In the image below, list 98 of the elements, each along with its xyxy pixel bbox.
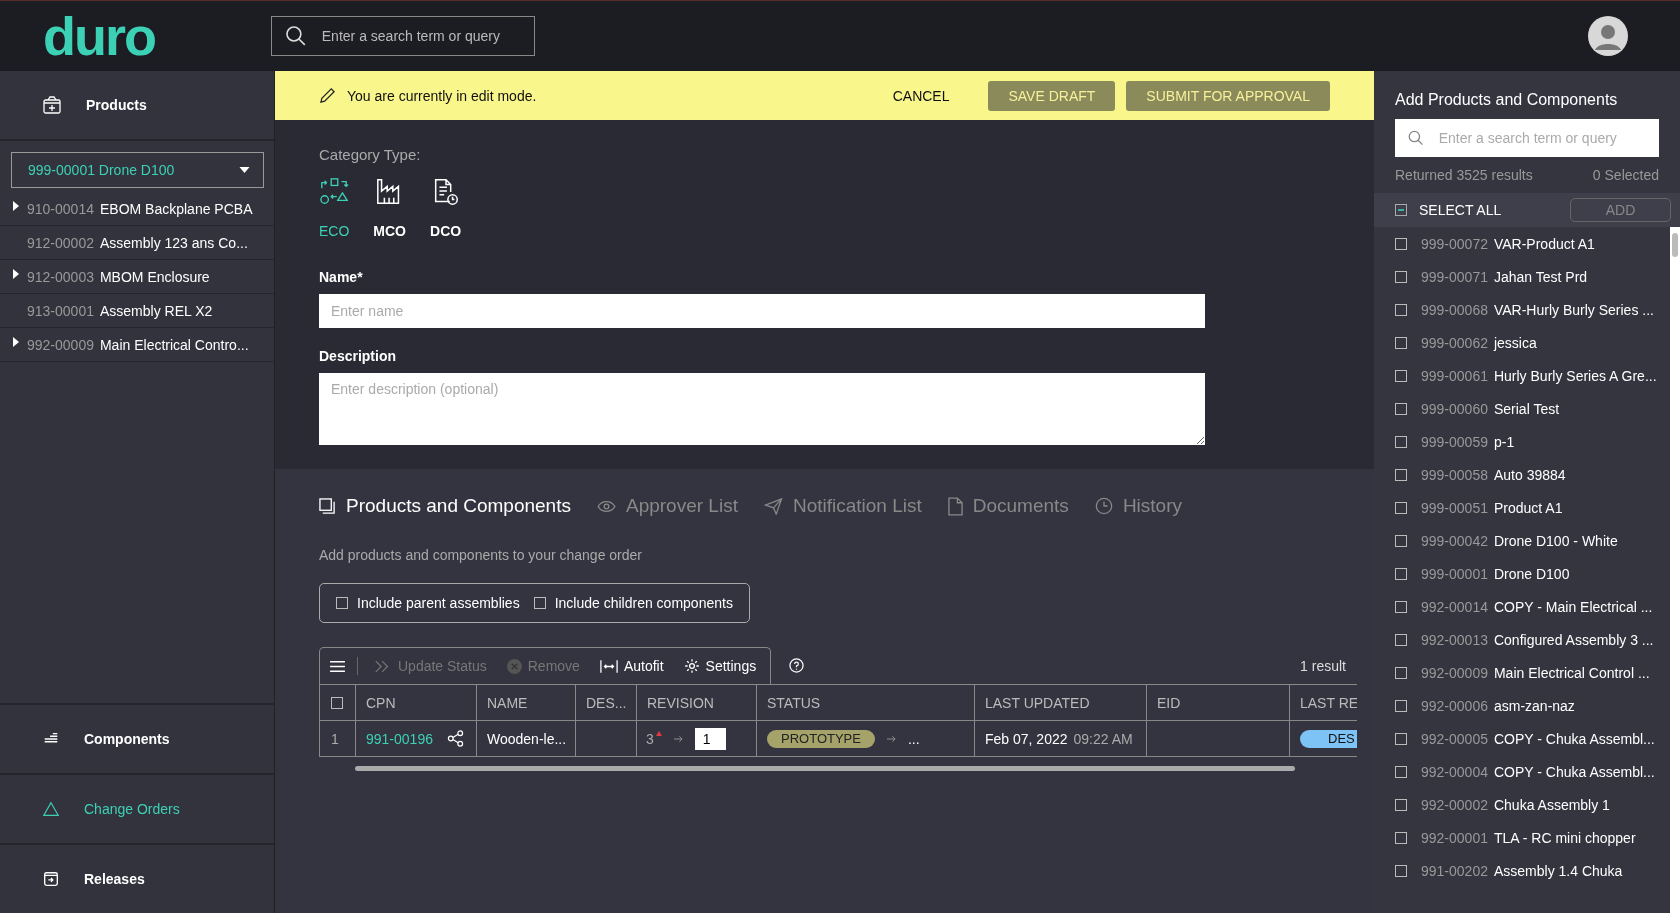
result-item[interactable]: 999-00058 Auto 39884 [1374,458,1670,491]
column-header[interactable]: NAME [477,685,576,720]
shapes-icon [319,177,350,207]
result-item[interactable]: 999-00062 jessica [1374,326,1670,359]
result-item[interactable]: 992-00002 Chuka Assembly 1 [1374,788,1670,821]
search-icon [284,24,308,48]
result-item[interactable]: 992-00005 COPY - Chuka Assembl... [1374,722,1670,755]
result-item[interactable]: 999-00042 Drone D100 - White [1374,524,1670,557]
category-option[interactable]: MCO [373,177,406,239]
result-item[interactable]: 999-00060 Serial Test [1374,392,1670,425]
name-input[interactable]: Enter name [319,294,1205,328]
caret-icon[interactable] [239,167,250,173]
avatar-icon[interactable] [1588,16,1628,56]
result-item[interactable]: 992-00009 Main Electrical Control ... [1374,656,1670,689]
result-item[interactable]: 999-00061 Hurly Burly Series A Gre... [1374,359,1670,392]
help-icon[interactable] [789,658,805,673]
result-item[interactable]: 992-00006 asm-zan-naz [1374,689,1670,722]
section-subtitle: Add products and components to your change order [319,547,643,563]
checkbox-option[interactable]: Include children components [533,595,733,611]
column-header[interactable]: REVISION [637,685,757,720]
checkbox[interactable] [331,696,343,709]
category-option[interactable]: DCO [430,177,462,239]
clock-icon [1094,497,1113,515]
status-pill[interactable]: PROTOTYPE [767,729,875,748]
revision-input[interactable]: 1 [694,727,726,750]
scrollbar-thumb[interactable] [1672,233,1678,257]
result-item[interactable]: 992-00013 Configured Assembly 3 ... [1374,623,1670,656]
autofit-icon [599,658,618,674]
logo-text[interactable]: duro [43,9,271,63]
result-item[interactable]: 999-00059 p-1 [1374,425,1670,458]
revision-text: 3 [646,730,654,747]
tree-item[interactable]: 913-00001 Assembly REL X2 [0,294,274,328]
search-icon [1407,129,1425,147]
toolbar-button[interactable]: Autofit [595,658,668,674]
caret-icon[interactable] [13,269,19,279]
settings-icon [683,658,700,674]
column-header[interactable]: EID [1147,685,1290,720]
scrollbar-thumb[interactable] [355,765,1295,771]
eye-icon [596,499,616,513]
date-text: Feb 07, 2022 [985,730,1068,747]
release-pill: DES [1300,729,1357,748]
tree-item[interactable]: 910-00014 EBOM Backplane PCBA [0,192,274,226]
search-input[interactable]: Enter a search term or query [319,27,522,45]
arrow-icon [886,734,896,743]
caret-icon[interactable] [13,337,19,347]
result-item[interactable]: 999-00068 VAR-Hurly Burly Series ... [1374,293,1670,326]
panel-title: Add Products and Components [1394,90,1619,109]
result-item[interactable]: 992-00004 COPY - Chuka Assembl... [1374,755,1670,788]
pencil-icon [319,87,336,104]
document-icon [947,496,963,516]
share-icon[interactable] [446,730,464,747]
column-header[interactable]: STATUS [757,685,975,720]
selected-count: 0 Selected [1592,167,1659,183]
field-label: Name* [319,269,364,285]
result-item[interactable]: 992-00001 TLA - RC mini chopper [1374,821,1670,854]
result-item[interactable]: 992-00014 COPY - Main Electrical ... [1374,590,1670,623]
time-text: 09:22 AM [1073,730,1133,747]
paper-plane-icon [763,497,783,515]
field-label: Description [319,348,397,364]
select-all-label[interactable]: SELECT ALL [1419,202,1502,218]
result-item[interactable]: 999-00071 Jahan Test Prd [1374,260,1670,293]
cancel-button[interactable]: CANCEL [884,83,958,108]
tree-item[interactable]: 992-00009 Main Electrical Contro... [0,328,274,362]
search-field[interactable]: Enter a search term or query [271,16,535,56]
result-item[interactable]: 991-00202 Assembly 1.4 Chuka [1374,854,1670,887]
tree-item[interactable]: 912-00003 MBOM Enclosure [0,260,274,294]
tree-item[interactable]: 912-00002 Assembly 123 ans Co... [0,226,274,260]
tab[interactable]: Products and Components [319,495,571,517]
menu-icon[interactable] [330,659,345,673]
toolbar-button[interactable]: Settings [679,658,761,674]
result-item[interactable]: 999-00051 Product A1 [1374,491,1670,524]
column-header[interactable]: CPN [356,685,477,720]
caret-icon[interactable] [13,201,19,211]
copy-icon [319,497,336,515]
result-count: 1 result [1300,657,1346,674]
search-field[interactable]: Enter a search term or query [1395,119,1659,157]
product-dropdown[interactable]: 999-00001 Drone D100 [11,152,264,188]
remove-icon [506,658,522,674]
results-count: Returned 3525 results [1395,167,1533,183]
nav-item[interactable]: Releases [0,843,274,913]
nav-item[interactable]: Products [0,71,274,141]
row-number: 1 [320,721,356,756]
more-text[interactable]: ... [907,730,920,747]
column-header[interactable]: LAST UPDATED [975,685,1147,720]
triangle-icon [42,800,60,818]
cpn-link[interactable]: 991-00196 [366,730,433,747]
box-icon [42,95,62,115]
description-input[interactable]: Enter description (optional) [319,373,1205,445]
result-item[interactable]: 999-00072 VAR-Product A1 [1374,227,1670,260]
result-item[interactable]: 999-00001 Drone D100 [1374,557,1670,590]
column-header[interactable]: DES... [576,685,637,720]
arrow-icon [673,734,683,743]
banner-message: You are currently in edit mode. [347,87,537,104]
category-label: Category Type: [319,146,422,163]
minus-box-icon[interactable] [1395,204,1407,216]
table-cell: Wooden-le... [487,730,567,747]
checkbox-option[interactable]: Include parent assemblies [336,595,520,611]
category-option[interactable]: ECO [319,177,350,239]
